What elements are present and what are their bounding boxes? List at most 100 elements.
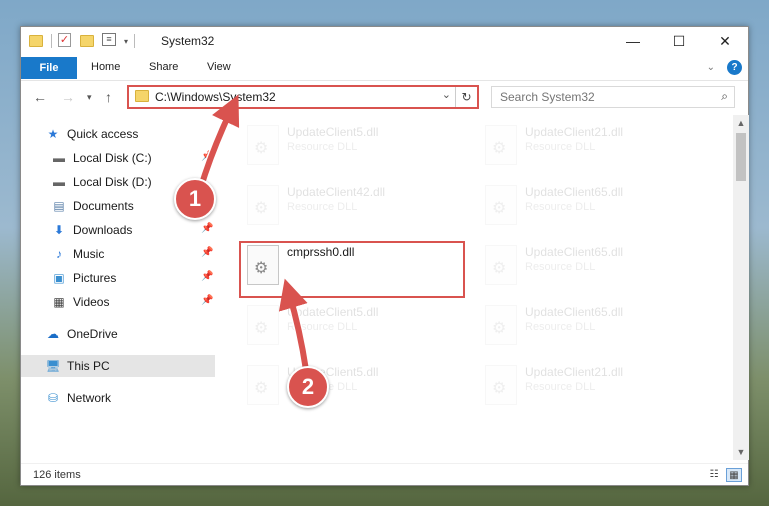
file-name: UpdateClient65.dll: [525, 245, 624, 259]
file-item[interactable]: UpdateClient65.dll Resource DLL: [479, 301, 709, 355]
tab-view[interactable]: View: [207, 61, 231, 73]
status-bar: 126 items ☷ ▦: [21, 463, 748, 485]
file-item[interactable]: UpdateClient5.dll Resource DLL: [241, 301, 471, 355]
sidebar-item-label: Music: [73, 247, 105, 261]
drive-icon: ▬: [53, 175, 65, 189]
sidebar-item-this-pc[interactable]: 🖥 This PC: [21, 355, 215, 377]
videos-icon: ▦: [53, 295, 65, 309]
music-icon: ♪: [56, 247, 62, 261]
recent-locations-chevron-icon[interactable]: ▾: [87, 92, 92, 103]
file-item[interactable]: UpdateClient21.dll Resource DLL: [479, 361, 709, 415]
address-path[interactable]: C:\Windows\System32: [155, 90, 276, 104]
sidebar-item-documents[interactable]: ▤ Documents: [51, 195, 134, 217]
new-folder-icon[interactable]: [80, 33, 96, 49]
folder-icon[interactable]: [29, 33, 45, 49]
file-item[interactable]: UpdateClient5.dll Resource DLL: [241, 361, 471, 415]
tab-home[interactable]: Home: [91, 61, 120, 73]
dll-file-icon: [247, 305, 279, 345]
file-item[interactable]: UpdateClient65.dll Resource DLL: [479, 241, 709, 295]
tab-share[interactable]: Share: [149, 61, 178, 73]
pin-icon[interactable]: 📌: [201, 295, 213, 306]
file-type: Resource DLL: [525, 321, 596, 333]
ribbon: File Home Share View ⌄ ?: [21, 55, 748, 81]
search-input[interactable]: [492, 87, 712, 107]
window-title: System32: [161, 34, 215, 48]
sidebar-item-label: Documents: [73, 199, 134, 213]
sidebar-item-local-disk-c[interactable]: ▬ Local Disk (C:): [51, 147, 152, 169]
dll-file-icon: [247, 185, 279, 225]
network-icon: ⛁: [47, 391, 59, 405]
sidebar-item-label: Local Disk (D:): [73, 175, 152, 189]
file-type: Resource DLL: [287, 141, 358, 153]
sidebar-item-music[interactable]: ♪ Music: [51, 243, 104, 265]
refresh-icon[interactable]: ↻: [455, 87, 477, 107]
sidebar-item-label: OneDrive: [67, 327, 118, 341]
dll-file-icon: [485, 365, 517, 405]
scrollbar-thumb[interactable]: [736, 133, 746, 181]
sidebar-item-pictures[interactable]: ▣ Pictures: [51, 267, 116, 289]
file-type: Resource DLL: [287, 321, 358, 333]
sidebar-item-network[interactable]: ⛁ Network: [45, 387, 111, 409]
sidebar-item-label: This PC: [67, 359, 110, 373]
pin-icon[interactable]: 📌: [201, 271, 213, 282]
sidebar-item-downloads[interactable]: ⬇ Downloads: [51, 219, 132, 241]
address-bar[interactable]: C:\Windows\System32 ⌄ ↻: [127, 85, 479, 109]
expand-ribbon-chevron-icon[interactable]: ⌄: [707, 62, 715, 73]
dll-file-icon: [485, 185, 517, 225]
toolbar-separator: [134, 34, 136, 48]
title-bar: ✓ ≡ ▾ System32 — ☐ ✕: [21, 27, 748, 55]
file-item[interactable]: UpdateClient5.dll Resource DLL: [241, 121, 471, 175]
dll-file-icon: [485, 245, 517, 285]
file-name: UpdateClient65.dll: [525, 305, 624, 319]
properties-icon[interactable]: ≡: [102, 33, 118, 49]
scroll-up-chevron-icon[interactable]: ▲: [733, 115, 749, 131]
sidebar-item-label: Videos: [73, 295, 110, 309]
sidebar-item-quick-access[interactable]: ★ Quick access: [45, 123, 139, 145]
computer-icon: 🖥: [45, 359, 61, 373]
file-name: UpdateClient65.dll: [525, 185, 624, 199]
step-2-badge: 2: [287, 366, 329, 408]
close-button[interactable]: ✕: [702, 27, 748, 55]
tab-file[interactable]: File: [21, 57, 77, 79]
sidebar-item-local-disk-d[interactable]: ▬ Local Disk (D:): [51, 171, 152, 193]
forward-arrow-icon[interactable]: →: [61, 89, 75, 105]
sidebar-item-onedrive[interactable]: ☁ OneDrive: [45, 323, 118, 345]
file-name: UpdateClient21.dll: [525, 125, 624, 139]
scroll-down-chevron-icon[interactable]: ▼: [733, 444, 749, 460]
maximize-button[interactable]: ☐: [656, 27, 702, 55]
help-icon[interactable]: ?: [727, 60, 742, 75]
folder-icon: [135, 90, 149, 102]
minimize-button[interactable]: —: [610, 27, 656, 55]
customize-toolbar-chevron-icon[interactable]: ▾: [124, 37, 128, 46]
item-count: 126 items: [33, 469, 81, 481]
sidebar-item-label: Local Disk (C:): [73, 151, 152, 165]
window-controls: — ☐ ✕: [610, 27, 748, 55]
checkmark-icon[interactable]: ✓: [58, 33, 74, 49]
vertical-scrollbar[interactable]: ▲ ▼: [733, 115, 749, 460]
file-type: Resource DLL: [287, 201, 358, 213]
pin-icon[interactable]: 📌: [201, 223, 213, 234]
sidebar-item-videos[interactable]: ▦ Videos: [51, 291, 109, 313]
file-name: UpdateClient5.dll: [287, 125, 379, 139]
search-icon[interactable]: ⌕: [721, 89, 728, 104]
pin-icon[interactable]: 📌: [201, 151, 213, 162]
file-type: Resource DLL: [525, 201, 596, 213]
tiles-view-icon[interactable]: ▦: [726, 468, 742, 482]
view-switcher: ☷ ▦: [702, 468, 742, 482]
up-arrow-icon[interactable]: ↑: [105, 89, 112, 105]
back-arrow-icon[interactable]: ←: [33, 89, 47, 105]
file-type: Resource DLL: [525, 141, 596, 153]
file-item[interactable]: UpdateClient21.dll Resource DLL: [479, 121, 709, 175]
search-box[interactable]: ⌕: [491, 86, 735, 108]
dll-file-icon: [485, 305, 517, 345]
dll-file-icon: [247, 365, 279, 405]
file-item[interactable]: UpdateClient42.dll Resource DLL: [241, 181, 471, 235]
details-view-icon[interactable]: ☷: [706, 468, 722, 482]
address-history-chevron-icon[interactable]: ⌄: [442, 88, 451, 101]
file-type: Resource DLL: [525, 381, 596, 393]
file-item[interactable]: UpdateClient65.dll Resource DLL: [479, 181, 709, 235]
star-icon: ★: [47, 127, 59, 141]
navigation-pane: ★ Quick access ▬ Local Disk (C:) 📌 ▬ Loc…: [21, 115, 215, 460]
pin-icon[interactable]: 📌: [201, 247, 213, 258]
target-file-highlight: [239, 241, 465, 298]
